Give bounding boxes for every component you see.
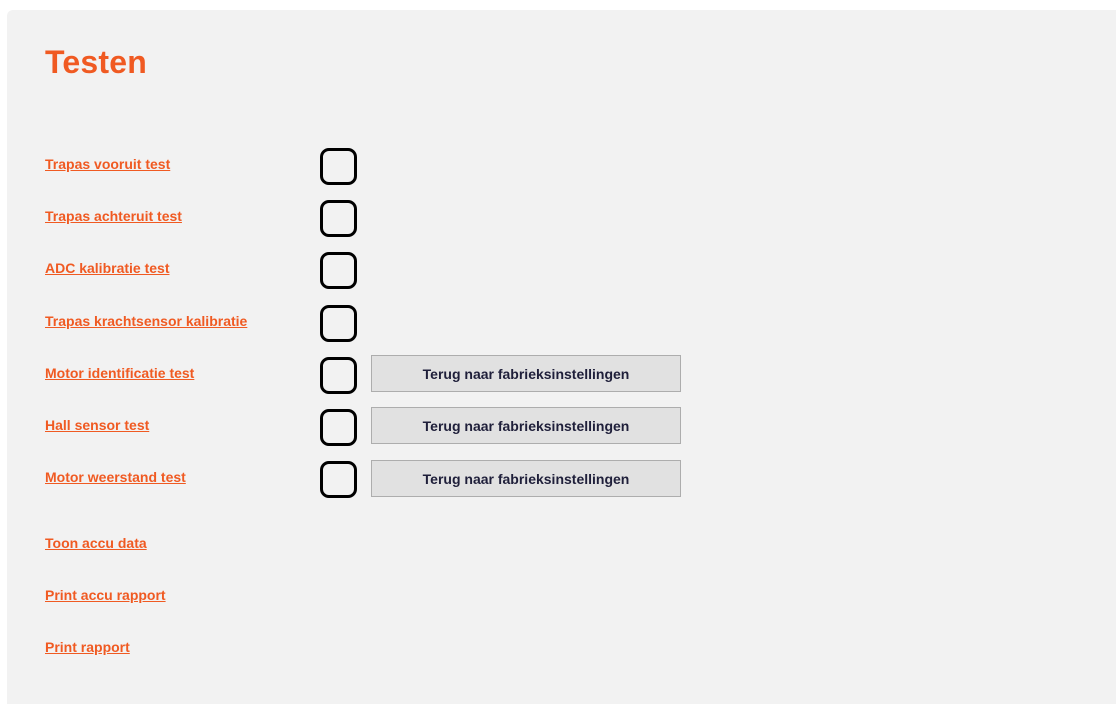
link-print-rapport[interactable]: Print rapport — [45, 639, 130, 655]
checkbox-trapas-vooruit[interactable] — [320, 148, 357, 185]
test-link-hall-sensor[interactable]: Hall sensor test — [45, 417, 149, 433]
checkbox-adc-kalibratie[interactable] — [320, 252, 357, 289]
factory-reset-button-motor-identificatie[interactable]: Terug naar fabrieksinstellingen — [371, 355, 681, 392]
page-title: Testen — [45, 44, 147, 80]
factory-reset-button-motor-weerstand[interactable]: Terug naar fabrieksinstellingen — [371, 460, 681, 497]
test-link-adc-kalibratie[interactable]: ADC kalibratie test — [45, 260, 169, 276]
checkbox-motor-weerstand[interactable] — [320, 461, 357, 498]
test-link-trapas-vooruit[interactable]: Trapas vooruit test — [45, 156, 170, 172]
test-link-motor-identificatie[interactable]: Motor identificatie test — [45, 365, 194, 381]
checkbox-motor-identificatie[interactable] — [320, 357, 357, 394]
checkbox-trapas-achteruit[interactable] — [320, 200, 357, 237]
link-print-accu-rapport[interactable]: Print accu rapport — [45, 587, 166, 603]
test-panel: Testen Trapas vooruit test Trapas achter… — [7, 10, 1116, 704]
checkbox-hall-sensor[interactable] — [320, 409, 357, 446]
test-link-krachtsensor-kalibratie[interactable]: Trapas krachtsensor kalibratie — [45, 313, 247, 329]
test-link-trapas-achteruit[interactable]: Trapas achteruit test — [45, 208, 182, 224]
checkbox-krachtsensor-kalibratie[interactable] — [320, 305, 357, 342]
factory-reset-button-hall-sensor[interactable]: Terug naar fabrieksinstellingen — [371, 407, 681, 444]
link-toon-accu-data[interactable]: Toon accu data — [45, 535, 147, 551]
test-link-motor-weerstand[interactable]: Motor weerstand test — [45, 469, 186, 485]
